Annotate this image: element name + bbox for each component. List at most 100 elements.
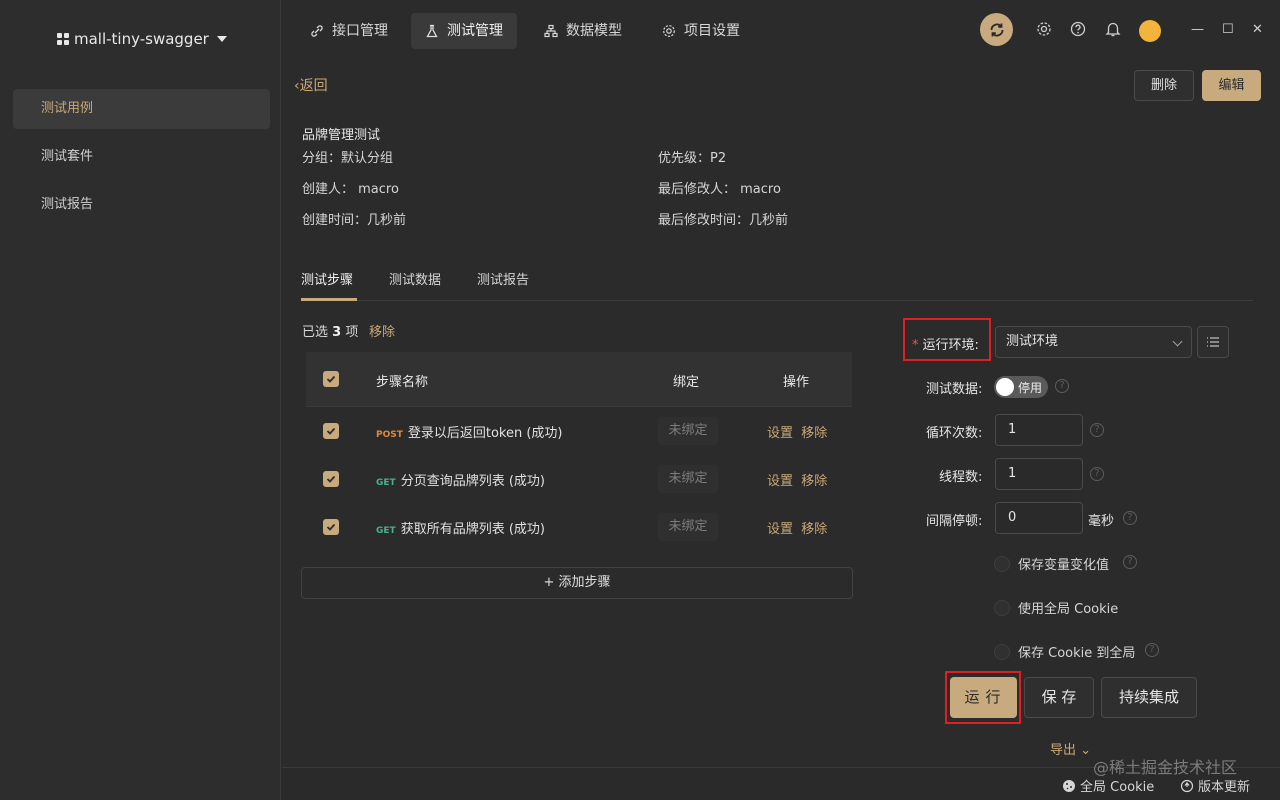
test-data-label: 测试数据:: [926, 382, 983, 397]
bell-icon[interactable]: [1104, 20, 1122, 38]
save-var-option[interactable]: 保存变量变化值: [994, 554, 1109, 573]
tab-api-management[interactable]: 接口管理: [296, 13, 402, 49]
edit-button[interactable]: 编辑: [1202, 70, 1261, 101]
thread-count-input[interactable]: 1: [995, 458, 1083, 490]
table-row[interactable]: POST 登录以后返回token (成功) 未绑定 设置 移除: [306, 407, 852, 455]
active-tab-indicator: [301, 298, 357, 301]
project-name: mall-tiny-swagger: [74, 30, 209, 48]
testcase-last-modifier: 最后修改人： macro: [658, 182, 781, 197]
row-remove-link[interactable]: 移除: [801, 522, 827, 537]
method-badge: POST: [376, 430, 403, 440]
help-icon[interactable]: ?: [1090, 467, 1104, 481]
continuous-integration-button[interactable]: 持续集成: [1101, 677, 1197, 718]
table-row[interactable]: GET 分页查询品牌列表 (成功) 未绑定 设置 移除: [306, 455, 852, 503]
avatar[interactable]: [1139, 20, 1161, 42]
sync-button[interactable]: [980, 13, 1013, 46]
tab-project-settings[interactable]: 项目设置: [648, 13, 754, 49]
column-header-ops: 操作: [783, 375, 810, 390]
add-step-button[interactable]: + 添加步骤: [301, 567, 853, 599]
save-button[interactable]: 保 存: [1024, 677, 1094, 718]
selected-count: 已选 3 项: [302, 325, 359, 340]
tab-data-model[interactable]: 数据模型: [530, 13, 636, 49]
thread-label: 线程数:: [939, 470, 983, 485]
help-icon[interactable]: ?: [1055, 379, 1069, 393]
project-switcher[interactable]: mall-tiny-swagger: [57, 30, 227, 48]
row-actions: 设置 移除: [767, 518, 827, 537]
sidebar-item-test-reports[interactable]: 测试报告: [13, 185, 270, 225]
grid-icon: [57, 33, 69, 45]
settings-icon[interactable]: [1035, 20, 1053, 38]
global-cookie-button[interactable]: 全局 Cookie: [1062, 776, 1154, 795]
row-checkbox[interactable]: [323, 519, 339, 535]
back-link[interactable]: ‹返回: [294, 75, 328, 95]
testcase-group: 分组：默认分组: [302, 151, 394, 166]
radio-circle: [994, 555, 1010, 572]
run-button[interactable]: 运行: [950, 677, 1017, 718]
help-icon[interactable]: ?: [1123, 511, 1137, 525]
link-icon: [311, 25, 323, 37]
tab-test-management[interactable]: 测试管理: [411, 13, 517, 49]
check-icon: [326, 375, 336, 383]
maximize-button[interactable]: ☐: [1222, 22, 1234, 37]
check-icon: [326, 427, 336, 435]
export-dropdown[interactable]: 导出 ⌄: [1050, 739, 1091, 758]
list-icon: [1207, 337, 1219, 347]
step-name: POST 登录以后返回token (成功): [376, 426, 563, 441]
row-remove-link[interactable]: 移除: [801, 426, 827, 441]
update-icon: [1180, 779, 1194, 792]
interval-label: 间隔停顿:: [926, 514, 983, 529]
global-cookie-option[interactable]: 使用全局 Cookie: [994, 598, 1118, 617]
column-header-name: 步骤名称: [376, 375, 429, 390]
help-icon[interactable]: ?: [1123, 555, 1137, 569]
tab-test-steps[interactable]: 测试步骤: [301, 269, 353, 288]
check-icon: [326, 475, 336, 483]
sidebar-item-test-suites[interactable]: 测试套件: [13, 137, 270, 177]
save-cookie-option[interactable]: 保存 Cookie 到全局: [994, 642, 1135, 661]
step-name: GET 获取所有品牌列表 (成功): [376, 522, 545, 537]
remove-selected-link[interactable]: 移除: [369, 321, 395, 340]
testcase-priority: 优先级：P2: [658, 151, 727, 166]
radio-circle: [994, 599, 1010, 616]
test-data-toggle[interactable]: 停用: [994, 376, 1048, 398]
row-checkbox[interactable]: [323, 471, 339, 487]
gear-icon: [663, 25, 675, 37]
row-checkbox[interactable]: [323, 423, 339, 439]
check-icon: [326, 523, 336, 531]
row-remove-link[interactable]: 移除: [801, 474, 827, 489]
env-select[interactable]: 测试环境: [995, 326, 1192, 358]
testcase-creator: 创建人： macro: [302, 182, 399, 197]
minimize-button[interactable]: —: [1191, 22, 1204, 37]
interval-input[interactable]: 0: [995, 502, 1083, 534]
help-icon[interactable]: ?: [1090, 423, 1104, 437]
cookie-icon: [1063, 779, 1075, 792]
update-button[interactable]: 版本更新: [1180, 776, 1250, 795]
interval-unit: 毫秒: [1088, 514, 1115, 529]
help-icon[interactable]: [1069, 20, 1087, 38]
testcase-modified-time: 最后修改时间：几秒前: [658, 213, 789, 228]
top-nav: 接口管理 测试管理 数据模型 项目设置 — ☐ ✕: [282, 0, 1280, 60]
delete-button[interactable]: 删除: [1134, 70, 1194, 101]
row-actions: 设置 移除: [767, 470, 827, 489]
flask-icon: [426, 24, 438, 38]
tab-test-data[interactable]: 测试数据: [389, 269, 441, 288]
close-window-button[interactable]: ✕: [1252, 22, 1263, 37]
table-header: 步骤名称 绑定 操作: [306, 352, 852, 407]
watermark: @稀土掘金技术社区: [1093, 758, 1238, 777]
chevron-down-icon: ⌄: [1080, 743, 1092, 758]
table-row[interactable]: GET 获取所有品牌列表 (成功) 未绑定 设置 移除: [306, 503, 852, 551]
testcase-created-time: 创建时间：几秒前: [302, 213, 407, 228]
select-all-checkbox[interactable]: [323, 371, 339, 387]
tab-test-report[interactable]: 测试报告: [477, 269, 529, 288]
plus-icon: +: [543, 575, 555, 590]
sidebar-item-test-cases[interactable]: 测试用例: [13, 89, 270, 129]
row-settings-link[interactable]: 设置: [767, 426, 793, 441]
row-settings-link[interactable]: 设置: [767, 522, 793, 537]
env-list-button[interactable]: [1197, 326, 1229, 358]
loop-label: 循环次数:: [926, 426, 983, 441]
method-badge: GET: [376, 478, 396, 488]
env-label: * 运行环境:: [912, 338, 979, 353]
help-icon[interactable]: ?: [1145, 643, 1159, 657]
step-name: GET 分页查询品牌列表 (成功): [376, 474, 545, 489]
row-settings-link[interactable]: 设置: [767, 474, 793, 489]
loop-count-input[interactable]: 1: [995, 414, 1083, 446]
